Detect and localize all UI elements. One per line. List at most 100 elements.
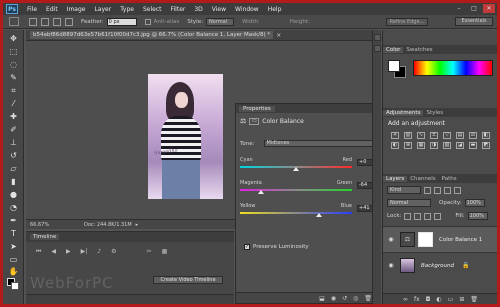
pen-tool-icon[interactable]: ✒ — [8, 216, 19, 226]
layer-name[interactable]: Color Balance 1 — [439, 237, 482, 243]
fill-input[interactable]: 100% — [467, 212, 488, 220]
tab-paths[interactable]: Paths — [439, 176, 460, 182]
magenta-green-slider[interactable]: Magenta Green -64 — [240, 180, 376, 202]
maximize-button[interactable]: □ — [468, 4, 480, 13]
add-mask-icon[interactable]: ◘ — [426, 296, 431, 303]
audio-icon[interactable]: ♪ — [97, 248, 101, 256]
magenta-green-handle[interactable] — [258, 190, 264, 194]
threshold-icon[interactable]: ◪ — [456, 142, 464, 149]
quick-select-tool-icon[interactable]: ✎ — [8, 73, 19, 83]
menu-image[interactable]: Image — [67, 6, 86, 13]
new-group-icon[interactable]: ▭ — [448, 296, 454, 303]
new-layer-icon[interactable]: ⊞ — [459, 296, 464, 303]
actions-panel-icon[interactable] — [374, 45, 381, 52]
lock-position-icon[interactable] — [424, 212, 432, 220]
yellow-blue-track[interactable] — [240, 212, 352, 214]
gradient-tool-icon[interactable]: ▮ — [8, 177, 19, 187]
hue-saturation-icon[interactable]: ▤ — [456, 132, 464, 139]
type-filter-icon[interactable] — [444, 186, 451, 194]
yellow-blue-handle[interactable] — [316, 213, 322, 217]
vibrance-icon[interactable]: ▽ — [443, 132, 451, 139]
history-panel-icon[interactable] — [374, 34, 381, 41]
visibility-eye-icon[interactable]: ◉ — [387, 262, 395, 269]
menu-select[interactable]: Select — [143, 6, 162, 13]
split-icon[interactable]: ✂ — [147, 248, 152, 256]
subtract-selection-icon[interactable] — [53, 17, 61, 26]
antialias-checkbox[interactable] — [144, 18, 151, 25]
cyan-red-slider[interactable]: Cyan Red +0 — [240, 157, 376, 179]
timeline-tab[interactable]: Timeline — [30, 234, 60, 240]
zoom-level[interactable]: 66.67% — [30, 222, 54, 228]
new-adjustment-icon[interactable]: ◐ — [436, 296, 441, 303]
settings-icon[interactable]: ⚙ — [111, 248, 116, 256]
workspace-switcher[interactable]: Essentials — [455, 17, 493, 26]
style-dropdown[interactable]: Normal — [205, 17, 234, 26]
status-menu-arrow-icon[interactable]: ▸ — [136, 222, 139, 228]
add-selection-icon[interactable] — [41, 17, 49, 26]
link-layers-icon[interactable]: ∞ — [403, 296, 408, 303]
lasso-tool-icon[interactable]: ◌ — [8, 60, 19, 70]
tab-swatches[interactable]: Swatches — [403, 47, 435, 53]
view-previous-icon[interactable]: ◉ — [331, 295, 336, 302]
tab-channels[interactable]: Channels — [407, 176, 438, 182]
visibility-eye-icon[interactable]: ◉ — [387, 236, 395, 243]
preserve-luminosity-checkbox[interactable]: ✓ — [244, 244, 250, 250]
eraser-tool-icon[interactable]: ▱ — [8, 164, 19, 174]
color-balance-icon[interactable]: ⚖ — [469, 132, 477, 139]
close-document-icon[interactable]: × — [276, 32, 281, 39]
refine-edge-button[interactable]: Refine Edge... — [386, 18, 428, 26]
menu-layer[interactable]: Layer — [94, 6, 111, 13]
blend-mode-dropdown[interactable]: Normal — [387, 199, 431, 207]
menu-type[interactable]: Type — [120, 6, 134, 13]
document-tab-title[interactable]: b54abf86d8897d63e57b61f10f00d7c3.jpg @ 6… — [30, 31, 274, 39]
tab-styles[interactable]: Styles — [423, 110, 446, 116]
menu-view[interactable]: View — [212, 6, 226, 13]
dodge-tool-icon[interactable]: ◔ — [8, 203, 19, 213]
shape-filter-icon[interactable] — [454, 186, 461, 194]
invert-icon[interactable]: ◑ — [430, 142, 438, 149]
menu-file[interactable]: File — [27, 6, 37, 13]
posterize-icon[interactable]: ▧ — [443, 142, 451, 149]
menu-help[interactable]: Help — [268, 6, 282, 13]
color-lookup-icon[interactable]: ▦ — [417, 142, 425, 149]
mask-icon[interactable]: ▭ — [249, 117, 260, 125]
lock-all-icon[interactable] — [434, 212, 442, 220]
layer-row-color-balance[interactable]: ◉ ⚖ Color Balance 1 — [383, 226, 497, 252]
marquee-tool-preset-icon[interactable] — [9, 17, 19, 26]
curves-icon[interactable]: ∿ — [417, 132, 425, 139]
healing-brush-tool-icon[interactable]: ✚ — [8, 112, 19, 122]
menu-window[interactable]: Window — [235, 6, 259, 13]
minimize-button[interactable]: – — [453, 4, 465, 13]
background-color-swatch[interactable] — [11, 282, 19, 290]
photo-canvas[interactable]: Sumedha — [148, 74, 223, 199]
play-icon[interactable]: ▶ — [66, 248, 71, 256]
layer-mask-thumbnail[interactable] — [418, 232, 433, 247]
cyan-red-handle[interactable] — [293, 167, 299, 171]
properties-tab[interactable]: Properties — [239, 105, 275, 112]
visibility-icon[interactable]: ◎ — [353, 295, 358, 302]
eyedropper-tool-icon[interactable]: ⁄ — [8, 99, 19, 109]
foreground-color-preview[interactable] — [388, 60, 400, 72]
clip-to-layer-icon[interactable]: ⬓ — [319, 295, 325, 302]
layer-row-background[interactable]: ◉ Background 🔒 — [383, 252, 497, 278]
blur-tool-icon[interactable]: ● — [8, 190, 19, 200]
reset-icon[interactable]: ↺ — [342, 295, 347, 302]
previous-frame-icon[interactable]: ◀ — [51, 248, 56, 256]
tab-color[interactable]: Color — [383, 46, 404, 53]
next-frame-icon[interactable]: ▶| — [81, 248, 88, 256]
intersect-selection-icon[interactable] — [65, 17, 73, 26]
delete-icon[interactable]: 🗑 — [364, 295, 372, 302]
gradient-map-icon[interactable]: ▬ — [469, 142, 477, 149]
history-brush-tool-icon[interactable]: ↺ — [8, 151, 19, 161]
pixel-filter-icon[interactable] — [424, 186, 431, 194]
tab-adjustments[interactable]: Adjustments — [383, 109, 424, 116]
tab-layers[interactable]: Layers — [383, 175, 408, 182]
adjustment-filter-icon[interactable] — [434, 186, 441, 194]
menu-3d[interactable]: 3D — [194, 6, 202, 13]
black-white-icon[interactable]: ◧ — [482, 132, 490, 139]
levels-icon[interactable]: ▥ — [404, 132, 412, 139]
brightness-contrast-icon[interactable]: ☀ — [391, 132, 399, 139]
move-tool-icon[interactable]: ✥ — [8, 34, 19, 44]
magenta-green-track[interactable] — [240, 189, 352, 191]
create-video-timeline-button[interactable]: Create Video Timeline — [153, 276, 223, 284]
